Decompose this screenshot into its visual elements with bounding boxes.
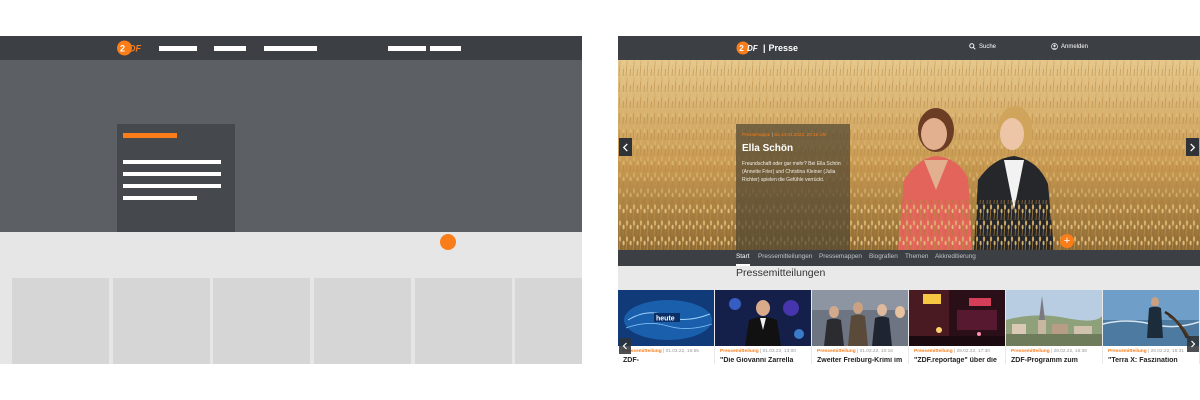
hero-more-button[interactable]: +	[1060, 234, 1074, 248]
login-link[interactable]: Anmelden	[1051, 43, 1088, 50]
tab-biografien[interactable]: Biografien	[869, 253, 898, 260]
hero-image	[618, 60, 1200, 250]
hero-teaser-card[interactable]: Pressemappe | Sa 14.04.2022, 20:15 Uhr E…	[736, 124, 850, 250]
wireframe-nav-placeholder	[264, 46, 317, 51]
press-release-meta: Pressemitteilung | 01.03.22, 13:00	[720, 349, 796, 354]
wireframe-nav-placeholder	[214, 46, 246, 51]
brand-name: Presse	[768, 43, 799, 53]
wireframe-tile	[415, 278, 512, 364]
press-release-image	[812, 290, 908, 346]
svg-text:2: 2	[120, 44, 125, 54]
wireframe-accent-dot	[440, 234, 456, 250]
svg-text:DF: DF	[747, 44, 759, 53]
press-release-headline: Zweiter Freiburg-Krimi im	[817, 357, 903, 364]
press-release-carousel: heute Pressemitteilung | 01.03.22, 16:55…	[618, 290, 1200, 364]
svg-text:2: 2	[739, 44, 744, 53]
press-release-card[interactable]: Pressemitteilung | 28.02.22, 16:36 ZDF-P…	[1006, 290, 1102, 364]
zdf-logo-icon: 2 DF	[736, 41, 759, 55]
tab-start[interactable]: Start	[736, 253, 750, 260]
svg-text:DF: DF	[129, 44, 141, 54]
wireframe-hero-card	[117, 124, 235, 232]
hero-kicker-kind: Pressemappe	[742, 132, 771, 137]
wireframe-text-placeholder	[123, 172, 221, 176]
wireframe-panel: 2 DF	[0, 36, 582, 364]
chevron-right-icon	[1190, 142, 1196, 152]
press-release-image: heute	[618, 290, 714, 346]
press-release-image	[1006, 290, 1102, 346]
press-release-meta: Pressemitteilung | 28.02.22, 16:36	[1011, 349, 1087, 354]
wireframe-nav-placeholder	[430, 46, 461, 51]
carousel-next-button[interactable]	[1187, 336, 1199, 352]
press-release-meta: Pressemitteilung | 01.03.22, 16:55	[623, 349, 699, 354]
wireframe-kicker-placeholder	[123, 133, 177, 138]
press-release-image	[715, 290, 811, 346]
wireframe-nav-bar: 2 DF	[0, 36, 582, 60]
wireframe-tile	[515, 278, 582, 364]
user-icon	[1051, 43, 1058, 50]
wireframe-text-placeholder	[123, 184, 221, 188]
wireframe-tile	[12, 278, 109, 364]
wireframe-tile	[113, 278, 210, 364]
tab-akkreditierung[interactable]: Akkreditierung	[935, 253, 976, 260]
login-label: Anmelden	[1061, 43, 1089, 50]
press-release-card[interactable]: Pressemitteilung | 28.02.22, 17:30 "ZDF.…	[909, 290, 1005, 364]
zdf-logo-icon: 2 DF	[117, 40, 141, 56]
hero-kicker: Pressemappe | Sa 14.04.2022, 20:15 Uhr	[742, 132, 827, 137]
hero-prev-button[interactable]	[619, 138, 632, 156]
chevron-left-icon	[622, 142, 628, 152]
active-tab-indicator	[736, 264, 750, 266]
wireframe-hero	[0, 60, 582, 250]
wireframe-nav-placeholder	[159, 46, 197, 51]
wireframe-tile	[213, 278, 310, 364]
press-release-card[interactable]: Pressemitteilung | 28.02.22, 15:31 "Terr…	[1103, 290, 1199, 364]
chevron-left-icon	[622, 342, 627, 350]
hero-slider: Pressemappe | Sa 14.04.2022, 20:15 Uhr E…	[618, 60, 1200, 250]
hero-description: Freundschaft oder gar mehr? Bei Ella Sch…	[742, 161, 841, 183]
search-link[interactable]: Suche	[969, 43, 996, 50]
tab-pressemitteilungen[interactable]: Pressemitteilungen	[758, 253, 812, 260]
wireframe-tile	[314, 278, 411, 364]
press-release-meta: Pressemitteilung | 28.02.22, 17:30	[914, 349, 990, 354]
chevron-right-icon	[1191, 340, 1196, 348]
top-navigation: 2 DF | Presse Suche Anmelden	[618, 36, 1200, 60]
press-release-card[interactable]: Pressemitteilung | 01.03.22, 10:16 Zweit…	[812, 290, 908, 364]
press-release-card[interactable]: heute Pressemitteilung | 01.03.22, 16:55…	[618, 290, 714, 364]
tab-themen[interactable]: Themen	[905, 253, 928, 260]
comparison-stage: 2 DF 2 DF | Presse Suche Anmelden Presse…	[0, 0, 1200, 400]
brand-link[interactable]: 2 DF | Presse	[736, 40, 798, 56]
tab-pressemappen[interactable]: Pressemappen	[819, 253, 862, 260]
thumb-label: heute	[656, 316, 675, 323]
press-release-headline: "ZDF.reportage" über die	[914, 357, 997, 364]
wireframe-text-placeholder	[123, 196, 197, 200]
press-release-meta: Pressemitteilung | 28.02.22, 15:31	[1108, 349, 1184, 354]
press-release-headline: ZDF-Programm zum	[1011, 357, 1078, 364]
press-release-image	[909, 290, 1005, 346]
hero-next-button[interactable]	[1186, 138, 1199, 156]
presse-page-screenshot: 2 DF | Presse Suche Anmelden Pressemappe…	[618, 36, 1200, 364]
press-release-headline: ZDF-	[623, 357, 639, 364]
wireframe-nav-placeholder	[388, 46, 426, 51]
search-icon	[969, 43, 976, 50]
press-release-image	[1103, 290, 1199, 346]
press-release-card[interactable]: Pressemitteilung | 01.03.22, 13:00 "Die …	[715, 290, 811, 364]
press-release-headline: "Terra X: Faszination	[1108, 357, 1178, 364]
carousel-prev-button[interactable]	[619, 338, 631, 354]
section-heading: Pressemitteilungen	[736, 267, 826, 279]
search-label: Suche	[979, 43, 997, 50]
press-release-meta: Pressemitteilung | 01.03.22, 10:16	[817, 349, 893, 354]
brand-separator: |	[763, 43, 766, 53]
hero-kicker-date: Sa 14.04.2022, 20:15 Uhr	[774, 132, 827, 137]
section-tabs: Start Pressemitteilungen Pressemappen Bi…	[618, 250, 1200, 266]
hero-title: Ella Schön	[742, 143, 794, 154]
wireframe-text-placeholder	[123, 160, 221, 164]
press-release-headline: "Die Giovanni Zarrella	[720, 357, 794, 364]
